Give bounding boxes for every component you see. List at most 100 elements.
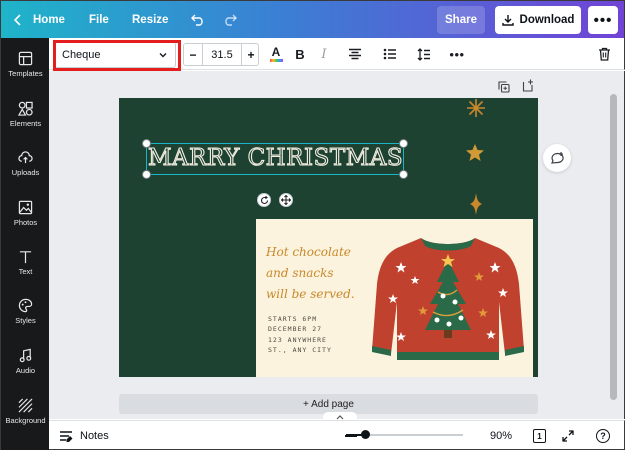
- sidebar-item-text[interactable]: Text: [1, 239, 50, 285]
- notes-button[interactable]: Notes: [59, 421, 109, 450]
- font-size-stepper: − 31.5 +: [183, 43, 259, 66]
- help-label: ?: [600, 431, 606, 441]
- templates-icon: [18, 51, 33, 65]
- add-comment-button[interactable]: [543, 144, 571, 172]
- text-color-button[interactable]: A: [266, 42, 286, 66]
- sidebar-item-label: Audio: [15, 365, 36, 375]
- sidebar-item-label: Text: [18, 266, 33, 276]
- chevron-down-icon: [159, 53, 167, 58]
- event-details-text[interactable]: STARTS 6PM DECEMBER 27 123 ANYWHERE ST.,…: [268, 314, 332, 356]
- vertical-scrollbar[interactable]: [610, 88, 618, 410]
- delete-button[interactable]: [594, 42, 614, 66]
- rainbow-bar-icon: [269, 58, 283, 62]
- zoom-slider-thumb[interactable]: [360, 430, 370, 439]
- line-spacing-icon: [417, 47, 430, 61]
- share-button[interactable]: Share: [437, 6, 485, 34]
- sidebar-item-label: Uploads: [11, 167, 40, 177]
- download-button[interactable]: Download: [495, 6, 581, 34]
- page-count-button[interactable]: 1: [533, 421, 546, 450]
- palette-icon: [18, 298, 33, 312]
- italic-button[interactable]: I: [314, 42, 334, 66]
- music-note-icon: [19, 348, 32, 362]
- duplicate-icon: [498, 81, 510, 93]
- sidebar-item-label: Photos: [13, 217, 38, 227]
- top-bar: Home File Resize Share Download •••: [0, 0, 625, 38]
- toolbar-more-button[interactable]: •••: [446, 42, 468, 66]
- undo-icon: [191, 14, 203, 26]
- bottom-bar: Notes 90% 1 ?: [49, 420, 625, 450]
- more-options-button[interactable]: •••: [588, 6, 618, 34]
- download-icon: [501, 15, 514, 26]
- notes-icon: [60, 431, 73, 442]
- font-family-value: Cheque: [62, 49, 101, 61]
- spacing-button[interactable]: [414, 42, 434, 66]
- sparkle-star-icon: [467, 99, 485, 117]
- page-count: 1: [537, 431, 542, 441]
- add-page-icon: [522, 79, 533, 92]
- sidebar-item-label: Styles: [15, 315, 36, 325]
- add-new-page-button[interactable]: [521, 78, 535, 92]
- move-arrows-icon: [281, 195, 291, 205]
- redo-button[interactable]: [223, 1, 237, 39]
- decrease-font-size-button[interactable]: −: [184, 44, 202, 65]
- sidebar-item-audio[interactable]: Audio: [1, 338, 50, 384]
- duplicate-page-button[interactable]: [497, 80, 511, 94]
- text-toolbar: Cheque − 31.5 + A B I •••: [49, 38, 625, 70]
- resize-handle-top-left[interactable]: [142, 139, 151, 148]
- sidebar-item-photos[interactable]: Photos: [1, 190, 50, 236]
- help-button[interactable]: ?: [596, 421, 610, 450]
- sidebar-item-label: Templates: [8, 68, 43, 78]
- diamond-sparkle-icon: [470, 193, 482, 215]
- christmas-sweater-illustration: [372, 238, 524, 360]
- left-sidebar: Templates Elements Uploads Photos Text S…: [0, 38, 49, 450]
- rotate-icon: [260, 195, 268, 204]
- sidebar-item-label: Background: [5, 415, 46, 425]
- resize-handle-top-right[interactable]: [399, 139, 408, 148]
- text-selection-box[interactable]: [146, 143, 404, 175]
- rotate-handle[interactable]: [257, 193, 271, 207]
- script-invitation-text[interactable]: Hot chocolate and snacks will be served.: [266, 242, 355, 305]
- sidebar-item-styles[interactable]: Styles: [1, 288, 50, 334]
- resize-handle-bottom-left[interactable]: [142, 170, 151, 179]
- bold-button[interactable]: B: [290, 42, 310, 66]
- comment-icon: [551, 152, 564, 164]
- font-size-input[interactable]: 31.5: [203, 44, 241, 65]
- notes-label: Notes: [80, 430, 109, 442]
- zoom-level[interactable]: 90%: [490, 421, 512, 450]
- add-page-button[interactable]: + Add page: [119, 394, 538, 414]
- scrollbar-thumb[interactable]: [610, 94, 617, 400]
- bullet-list-button[interactable]: [380, 42, 400, 66]
- text-color-letter: A: [271, 44, 281, 59]
- text-icon: [19, 250, 32, 263]
- font-family-dropdown[interactable]: Cheque: [54, 42, 176, 68]
- elements-icon: [18, 101, 33, 116]
- increase-font-size-button[interactable]: +: [242, 44, 260, 65]
- sidebar-item-elements[interactable]: Elements: [1, 91, 50, 137]
- redo-icon: [225, 14, 237, 26]
- sidebar-item-background[interactable]: Background: [1, 388, 50, 434]
- pages-icon: 1: [533, 429, 546, 443]
- resize-menu[interactable]: Resize: [132, 1, 168, 39]
- back-button[interactable]: [13, 1, 23, 39]
- chevron-left-icon: [13, 14, 21, 26]
- align-center-icon: [349, 48, 361, 60]
- upload-cloud-icon: [18, 150, 33, 163]
- sidebar-item-uploads[interactable]: Uploads: [1, 140, 50, 186]
- download-label: Download: [519, 14, 575, 26]
- help-icon: ?: [596, 429, 610, 443]
- fullscreen-button[interactable]: [562, 421, 574, 450]
- gold-star-icon: [466, 144, 484, 161]
- file-menu[interactable]: File: [89, 1, 109, 39]
- photo-icon: [18, 200, 33, 214]
- resize-handle-bottom-right[interactable]: [399, 170, 408, 179]
- expand-icon: [562, 430, 574, 442]
- sidebar-item-templates[interactable]: Templates: [1, 41, 50, 87]
- home-button[interactable]: Home: [33, 1, 65, 39]
- undo-button[interactable]: [191, 1, 205, 39]
- sidebar-item-label: Elements: [9, 118, 42, 128]
- bullet-list-icon: [383, 48, 396, 60]
- align-center-button[interactable]: [345, 42, 365, 66]
- move-handle[interactable]: [279, 193, 293, 207]
- background-hatch-icon: [18, 398, 33, 412]
- trash-icon: [598, 47, 610, 61]
